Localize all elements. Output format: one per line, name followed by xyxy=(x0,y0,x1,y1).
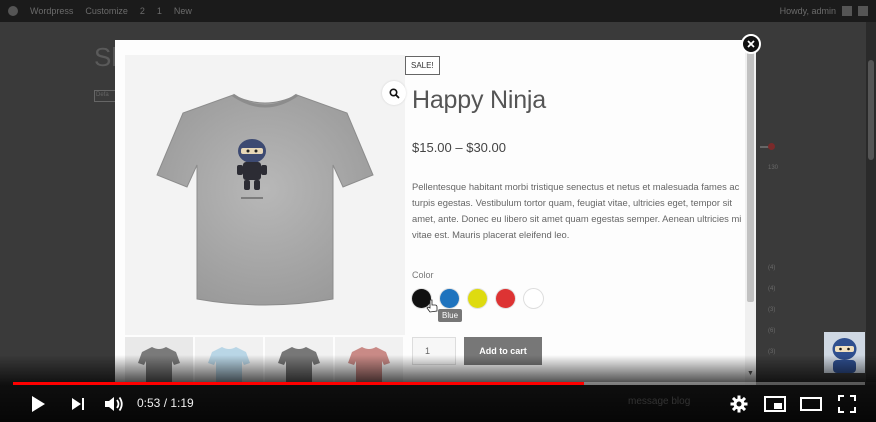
theater-mode-button[interactable] xyxy=(797,390,825,418)
progress-bar-played xyxy=(13,382,584,385)
fullscreen-icon xyxy=(838,395,856,413)
wordpress-logo-icon xyxy=(8,6,18,16)
admin-bar-comments: 1 xyxy=(156,6,162,16)
magnifier-icon xyxy=(388,87,400,99)
sort-select: Defa xyxy=(94,90,116,102)
swatch-blue[interactable] xyxy=(440,289,459,308)
modal-scrollbar-thumb[interactable] xyxy=(747,44,754,302)
next-button[interactable] xyxy=(65,390,91,418)
avatar xyxy=(842,6,852,16)
sale-badge: SALE! xyxy=(405,56,440,75)
progress-bar[interactable] xyxy=(13,382,865,385)
swatch-tooltip: Blue xyxy=(438,309,463,322)
mute-button[interactable] xyxy=(100,390,128,418)
bg-filter-count: (4) xyxy=(768,265,776,271)
color-label: Color xyxy=(412,270,434,280)
bg-filter-count: (4) xyxy=(768,286,776,292)
settings-icon xyxy=(730,395,748,413)
quick-view-modal: SALE! Happy Ninja $15.00 – $30.00 Pellen… xyxy=(115,40,756,385)
wp-admin-bar: Wordpress Customize 2 1 New Howdy, admin xyxy=(0,0,876,22)
bg-filter-count: (3) xyxy=(768,307,776,313)
fullscreen-button[interactable] xyxy=(834,390,860,418)
zoom-button[interactable] xyxy=(382,81,406,105)
tshirt-image xyxy=(156,93,374,306)
admin-bar-site: Wordpress xyxy=(30,6,74,16)
product-title: Happy Ninja xyxy=(412,86,546,114)
hand-cursor-icon xyxy=(426,299,438,313)
product-description: Pellentesque habitant morbi tristique se… xyxy=(412,181,742,240)
bg-filter-count: 130 xyxy=(768,165,779,171)
swatch-white[interactable] xyxy=(524,289,543,308)
swatch-yellow[interactable] xyxy=(468,289,487,308)
volume-icon xyxy=(105,396,123,412)
next-icon xyxy=(72,398,84,410)
swatch-red[interactable] xyxy=(496,289,515,308)
admin-bar-updates: 2 xyxy=(139,6,145,16)
miniplayer-icon xyxy=(764,396,786,412)
product-price: $15.00 – $30.00 xyxy=(412,140,506,155)
page-title: Sl xyxy=(94,42,118,72)
settings-button[interactable] xyxy=(727,390,751,418)
admin-bar-new: New xyxy=(173,6,192,16)
time-display: 0:53 / 1:19 xyxy=(137,396,194,410)
bg-filter-count: (6) xyxy=(768,328,776,334)
search-icon xyxy=(858,6,868,16)
miniplayer-button[interactable] xyxy=(762,390,788,418)
play-icon xyxy=(32,396,45,412)
product-main-image[interactable] xyxy=(125,55,406,335)
theater-icon xyxy=(800,397,822,411)
page-scrollbar-thumb[interactable] xyxy=(868,60,874,160)
close-modal-button[interactable] xyxy=(741,34,761,54)
admin-bar-customize: Customize xyxy=(85,6,128,16)
close-icon xyxy=(747,40,755,48)
player-controls: 0:53 / 1:19 xyxy=(0,390,876,418)
play-button[interactable] xyxy=(24,390,52,418)
price-slider-handle xyxy=(768,143,775,150)
admin-bar-howdy: Howdy, admin xyxy=(779,6,836,16)
